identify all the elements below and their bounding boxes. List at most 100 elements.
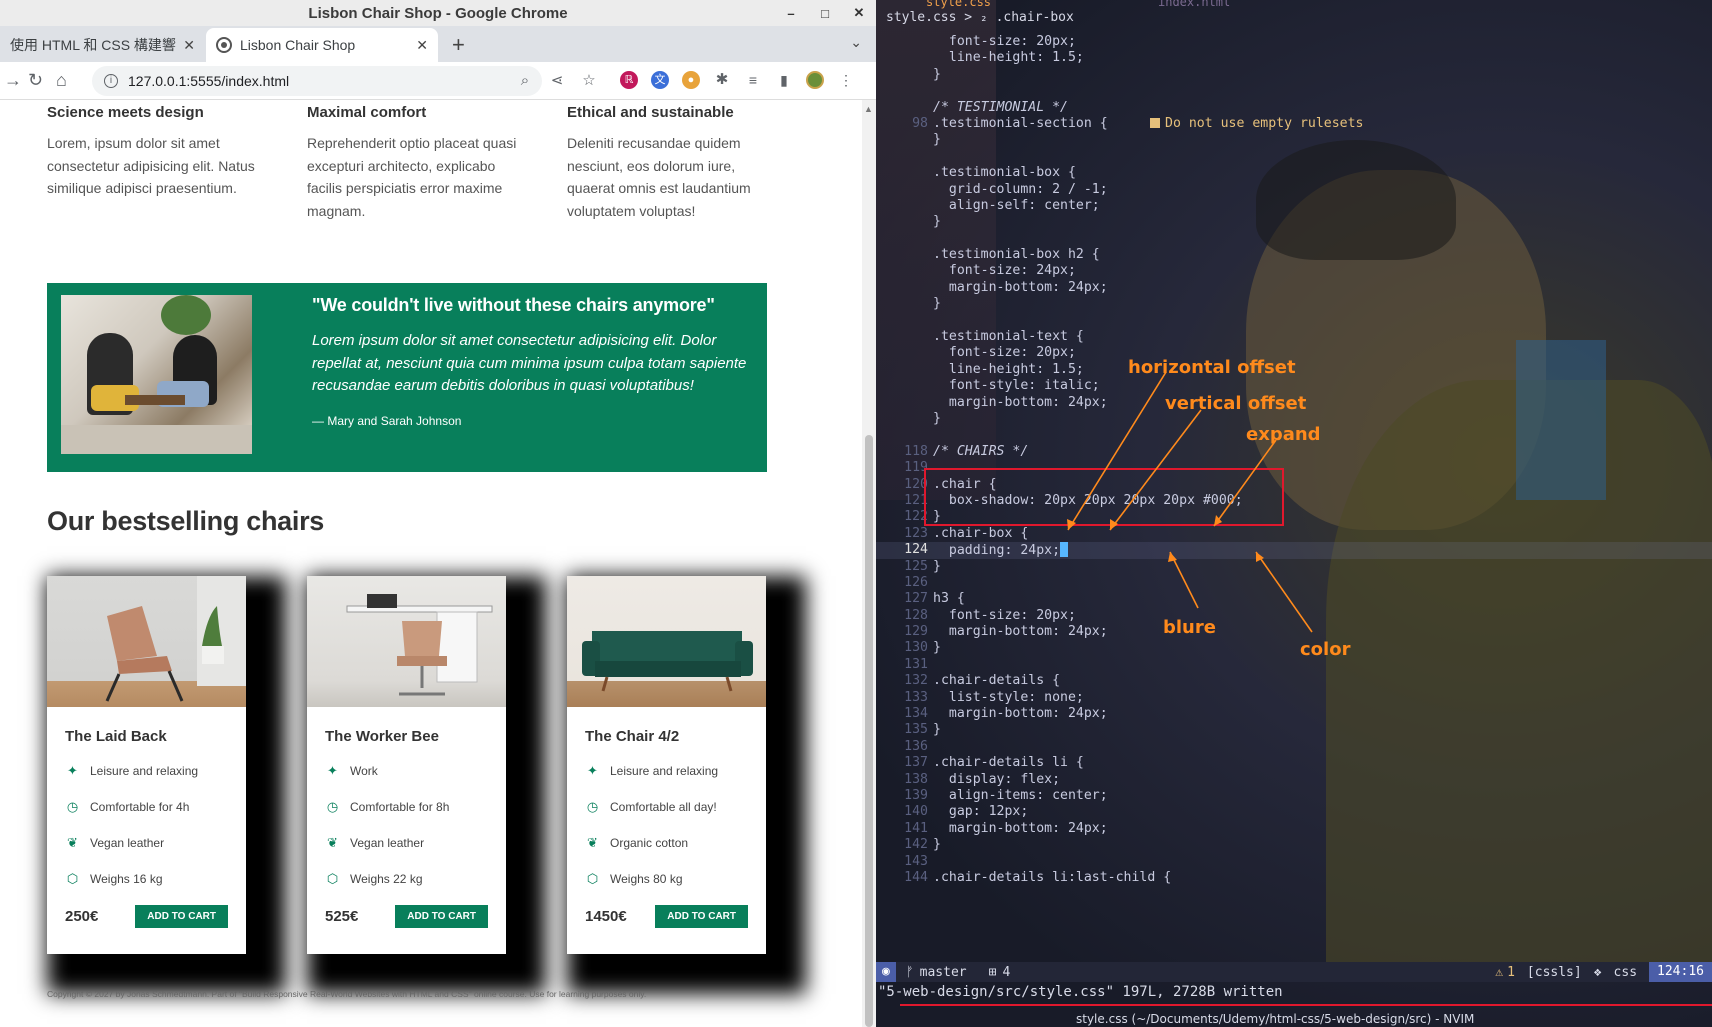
list-item: ✦ Leisure and relaxing <box>65 763 228 779</box>
minimize-button[interactable]: – <box>774 6 808 21</box>
tab-label: 使用 HTML 和 CSS 構建響 <box>10 37 176 53</box>
list-item: ◷ Comfortable for 8h <box>325 799 488 815</box>
list-item: ✦ Work <box>325 763 488 779</box>
feature-title: Maximal comfort <box>307 104 427 121</box>
close-icon[interactable]: ✕ <box>416 37 428 54</box>
list-item: ⬡ Weighs 80 kg <box>585 871 748 887</box>
side-panel-icon[interactable]: ▮ <box>775 71 793 89</box>
translate-icon[interactable]: 文 <box>651 71 669 89</box>
window-titlebar: Lisbon Chair Shop - Google Chrome – □ ✕ <box>0 0 876 26</box>
leaf-icon: ❦ <box>587 835 598 850</box>
bookmark-star-icon[interactable]: ☆ <box>580 71 598 89</box>
filetype-icon: ❖ <box>1593 964 1602 980</box>
window-title: Lisbon Chair Shop - Google Chrome <box>308 4 568 22</box>
detail-text: Vegan leather <box>90 836 165 850</box>
chair-name: The Chair 4/2 <box>585 728 680 745</box>
testimonial-section: "We couldn't live without these chairs a… <box>47 283 767 472</box>
chair-price: 525€ <box>325 908 359 925</box>
list-item: ◷ Comfortable for 4h <box>65 799 228 815</box>
list-item: ◷ Comfortable all day! <box>585 799 748 815</box>
favicon-icon <box>216 37 232 53</box>
detail-text: Comfortable all day! <box>610 800 717 814</box>
window-controls: – □ ✕ <box>774 0 876 26</box>
maximize-button[interactable]: □ <box>808 6 842 21</box>
status-line: ◉ ᚠ master ⊞ 4 ⚠ 1 [cssls] ❖ css 124:16 <box>876 962 1712 982</box>
add-to-cart-button[interactable]: ADD TO CART <box>655 905 748 928</box>
chair-card: The Worker Bee ✦ Work ◷ Comfortable for 8h… <box>307 576 506 954</box>
detail-text: Comfortable for 8h <box>350 800 450 814</box>
annotation-blur: blure <box>1163 617 1216 638</box>
new-tab-button[interactable]: + <box>452 32 465 58</box>
bestselling-title: Our bestselling chairs <box>47 506 324 536</box>
avatar[interactable] <box>806 71 824 89</box>
detail-text: Weighs 16 kg <box>90 872 163 886</box>
reload-icon[interactable]: ↻ <box>28 70 43 91</box>
git-branch: master <box>919 964 967 980</box>
testimonial-title: "We couldn't live without these chairs a… <box>312 295 715 315</box>
cube-icon: ⬡ <box>586 871 599 886</box>
chair-image <box>47 576 246 707</box>
add-to-cart-button[interactable]: ADD TO CART <box>395 905 488 928</box>
forward-icon[interactable]: → <box>4 70 22 91</box>
command-line[interactable]: "5-web-design/src/style.css" 197L, 2728B… <box>876 984 1283 1000</box>
scrollbar-thumb[interactable] <box>865 435 873 1027</box>
testimonial-box: "We couldn't live without these chairs a… <box>312 295 752 428</box>
url-text: 127.0.0.1:5555/index.html <box>128 73 290 89</box>
sparkles-icon: ✦ <box>587 763 598 778</box>
leaf-icon: ❦ <box>327 835 338 850</box>
changes-count: 4 <box>1002 964 1011 980</box>
queue-icon[interactable]: ≡ <box>744 71 762 89</box>
chair-details: ✦ Leisure and relaxing ◷ Comfortable all d… <box>585 763 748 887</box>
window-title-bottom: style.css (~/Documents/Udemy/html-css/5-… <box>1076 1012 1475 1026</box>
extension-icon[interactable]: ℝ <box>620 71 638 89</box>
chair-price: 250€ <box>65 908 99 925</box>
list-item: ⬡ Weighs 22 kg <box>325 871 488 887</box>
chair-name: The Worker Bee <box>325 728 439 745</box>
chevron-down-icon[interactable]: ⌄ <box>850 34 862 51</box>
progress-line <box>900 1004 1712 1006</box>
sparkles-icon: ✦ <box>67 763 78 778</box>
annotation-color: color <box>1300 639 1351 660</box>
warning-icon: ⚠ <box>1495 964 1504 980</box>
cookie-icon[interactable]: ● <box>682 71 700 89</box>
detail-text: Leisure and relaxing <box>610 764 719 778</box>
list-item: ❦ Vegan leather <box>325 835 488 851</box>
cube-icon: ⬡ <box>326 871 339 886</box>
chair-details: ✦ Work ◷ Comfortable for 8h ❦ Vegan leather… <box>325 763 488 887</box>
chair-image <box>307 576 506 707</box>
cursor-position: 124:16 <box>1649 962 1712 982</box>
chair-card: The Chair 4/2 ✦ Leisure and relaxing ◷ Com… <box>567 576 766 954</box>
feature-text: Reprehenderit optio placeat quasi except… <box>307 135 517 219</box>
tab-lisbon-chair-shop[interactable]: Lisbon Chair Shop ✕ <box>206 28 438 62</box>
browser-window: Lisbon Chair Shop - Google Chrome – □ ✕ … <box>0 0 876 1027</box>
close-icon[interactable]: ✕ <box>183 37 195 54</box>
leaf-icon: ❦ <box>67 835 78 850</box>
share-icon[interactable]: ⋖ <box>548 71 566 89</box>
page-scrollbar[interactable]: ▲ <box>862 100 876 1027</box>
clock-icon: ◷ <box>326 799 339 814</box>
info-icon[interactable]: i <box>104 74 118 88</box>
feature: Science meets design Lorem, ipsum dolor … <box>47 104 265 222</box>
list-item: ❦ Vegan leather <box>65 835 228 851</box>
annotation-horizontal-offset: horizontal offset <box>1128 357 1296 378</box>
feature: Ethical and sustainable Deleniti recusan… <box>567 104 785 222</box>
annotation-vertical-offset: vertical offset <box>1165 393 1307 414</box>
tab-course[interactable]: 使用 HTML 和 CSS 構建響 ✕ <box>0 28 205 62</box>
detail-text: Weighs 22 kg <box>350 872 423 886</box>
close-window-button[interactable]: ✕ <box>842 5 876 21</box>
chair-card: The Laid Back ✦ Leisure and relaxing ◷ Com… <box>47 576 246 954</box>
feature-title: Ethical and sustainable <box>567 104 734 121</box>
zoom-icon[interactable]: ⌕ <box>516 72 534 89</box>
detail-text: Work <box>350 764 378 778</box>
feature-title: Science meets design <box>47 104 204 121</box>
scroll-up-icon[interactable]: ▲ <box>864 104 873 114</box>
tab-strip: 使用 HTML 和 CSS 構建響 ✕ Lisbon Chair Shop ✕ … <box>0 26 876 62</box>
home-icon[interactable]: ⌂ <box>56 70 67 91</box>
add-to-cart-button[interactable]: ADD TO CART <box>135 905 228 928</box>
menu-icon[interactable]: ⋮ <box>837 71 855 89</box>
detail-text: Organic cotton <box>610 836 689 850</box>
detail-text: Vegan leather <box>350 836 425 850</box>
puzzle-icon[interactable]: ✱ <box>713 71 731 89</box>
address-bar[interactable]: i 127.0.0.1:5555/index.html <box>92 66 542 96</box>
chair-name: The Laid Back <box>65 728 167 745</box>
